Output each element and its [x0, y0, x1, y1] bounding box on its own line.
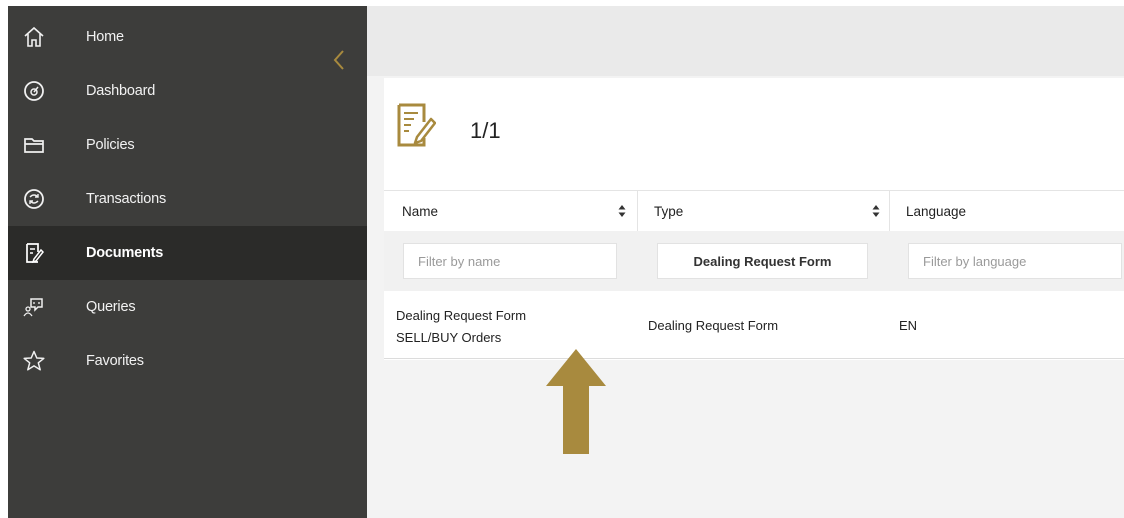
document-type: Dealing Request Form	[648, 318, 779, 333]
transactions-icon	[22, 187, 46, 211]
column-header-label: Type	[654, 203, 684, 219]
up-arrow-icon	[546, 349, 606, 454]
sort-icon[interactable]	[872, 204, 880, 218]
table-row[interactable]: Dealing Request Form SELL/BUY Orders Dea…	[384, 292, 1124, 359]
language-filter-input[interactable]	[908, 243, 1122, 279]
sidebar-item-label: Documents	[86, 245, 164, 261]
document-icon	[22, 241, 46, 265]
home-icon	[22, 25, 46, 49]
sort-icon[interactable]	[618, 204, 626, 218]
filter-row	[384, 231, 1124, 291]
document-name-line1: Dealing Request Form	[396, 308, 527, 323]
folder-icon	[22, 133, 46, 157]
sidebar-item-label: Transactions	[86, 191, 167, 207]
sidebar-item-label: Policies	[86, 137, 135, 153]
sidebar-item-dashboard[interactable]: Dashboard	[8, 64, 367, 118]
app-frame: Home Dashboard Policies Transactions Doc	[8, 6, 1124, 518]
column-divider	[637, 191, 638, 231]
sidebar-item-policies[interactable]: Policies	[8, 118, 367, 172]
sidebar-item-favorites[interactable]: Favorites	[8, 334, 367, 388]
sidebar-item-label: Queries	[86, 299, 136, 315]
column-header-name[interactable]: Name	[402, 191, 438, 231]
column-header-language[interactable]: Language	[906, 191, 966, 231]
name-filter-input[interactable]	[403, 243, 617, 279]
sidebar-item-label: Dashboard	[86, 83, 156, 99]
dashboard-icon	[22, 79, 46, 103]
sidebar-item-queries[interactable]: Queries	[8, 280, 367, 334]
column-header-label: Name	[402, 203, 439, 219]
document-language: EN	[899, 318, 918, 333]
document-count: 1/1	[470, 118, 501, 143]
sidebar-item-home[interactable]: Home	[8, 10, 367, 64]
queries-icon	[22, 295, 46, 319]
type-filter-input[interactable]	[657, 243, 868, 279]
sidebar-item-transactions[interactable]: Transactions	[8, 172, 367, 226]
sidebar-item-label: Favorites	[86, 353, 144, 369]
document-name-line2: SELL/BUY Orders	[396, 330, 502, 345]
main-content: 1/1 Name Type Language Filter by name De…	[367, 6, 1124, 518]
document-edit-icon	[396, 102, 437, 148]
column-divider	[889, 191, 890, 231]
table-header: Name Type Language	[384, 190, 1124, 232]
column-header-type[interactable]: Type	[654, 191, 683, 231]
sidebar-item-label: Home	[86, 29, 124, 45]
column-header-label: Language	[906, 203, 967, 219]
documents-panel: 1/1 Name Type Language Filter by name De…	[384, 78, 1124, 360]
sidebar-item-documents[interactable]: Documents	[8, 226, 367, 280]
star-icon	[22, 349, 46, 373]
top-bar	[367, 6, 1124, 76]
sidebar: Home Dashboard Policies Transactions Doc	[8, 6, 367, 518]
